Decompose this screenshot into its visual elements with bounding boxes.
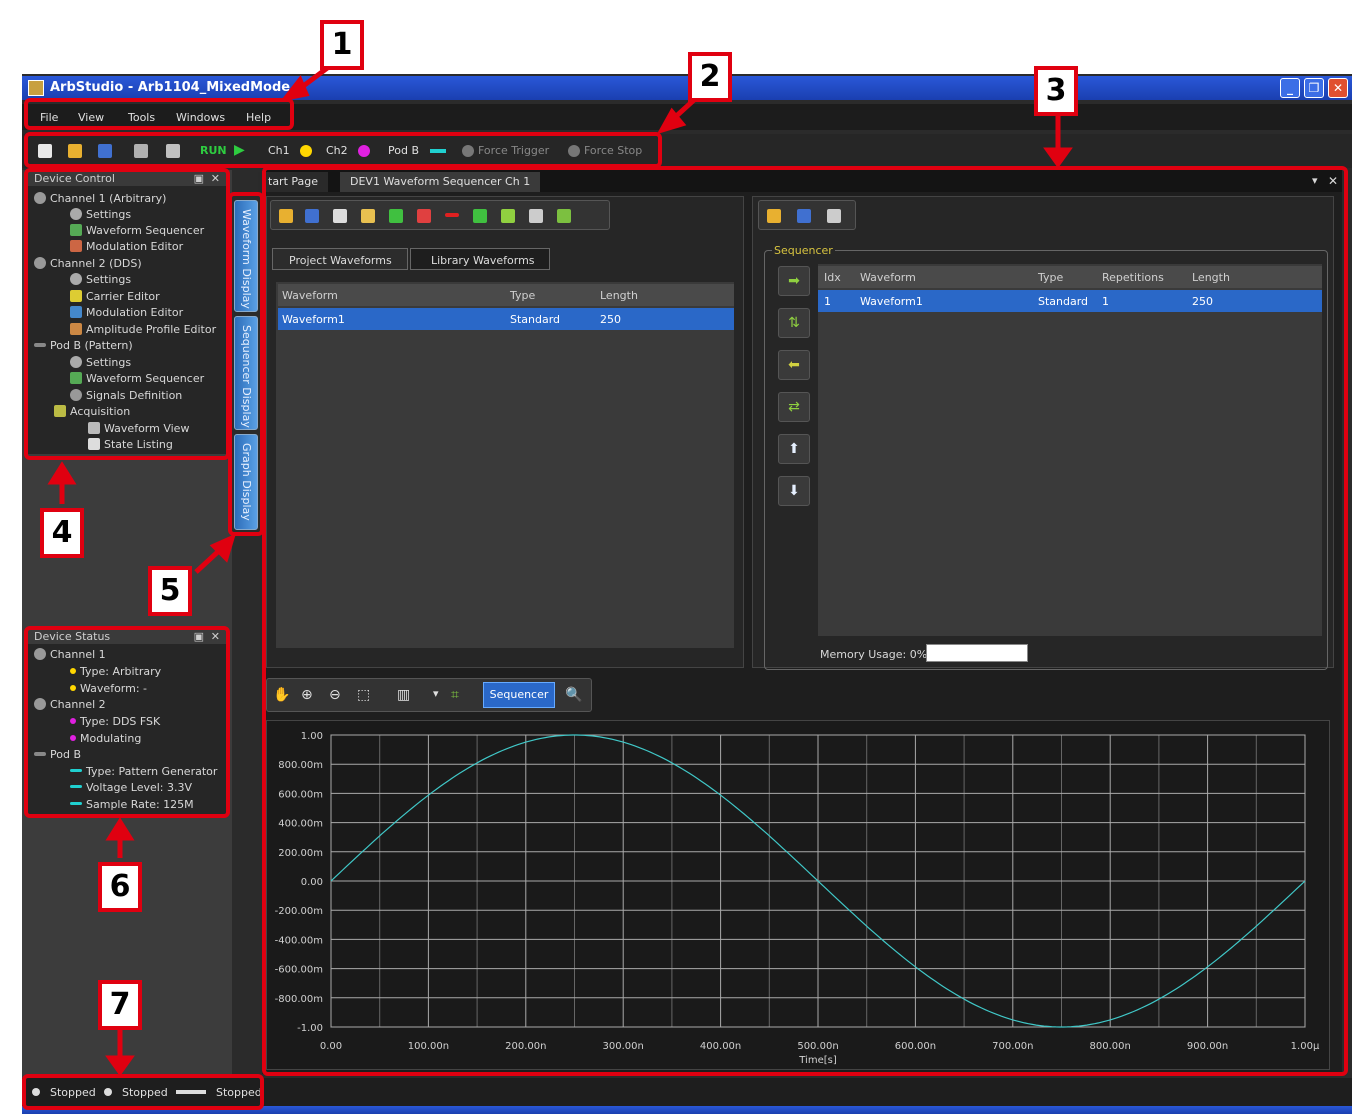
arrow-3-head xyxy=(1043,147,1073,169)
arrow-1-head xyxy=(279,75,310,102)
callout-3: 3 xyxy=(1034,66,1078,116)
callout-4: 4 xyxy=(40,508,84,558)
arrow-7-head xyxy=(105,1055,135,1077)
callout-2: 2 xyxy=(688,52,732,102)
callout-arrows xyxy=(47,64,1073,1077)
callout-1: 1 xyxy=(320,20,364,70)
callout-7: 7 xyxy=(98,980,142,1030)
arrow-6-head xyxy=(105,817,135,841)
callout-6: 6 xyxy=(98,862,142,912)
arrow-4-head xyxy=(47,461,77,485)
callout-5: 5 xyxy=(148,566,192,616)
